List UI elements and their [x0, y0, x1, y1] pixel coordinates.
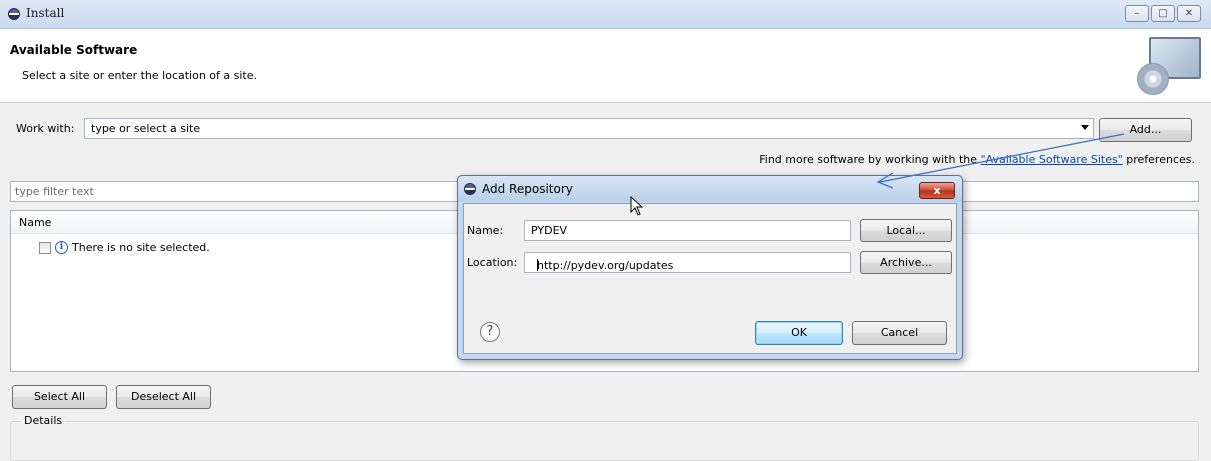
row-checkbox[interactable] [39, 241, 51, 254]
details-label: Details [21, 414, 66, 427]
eclipse-icon [464, 183, 476, 195]
window-title: Install [26, 6, 65, 20]
details-group: Details [10, 414, 1199, 461]
add-repository-dialog[interactable]: Add Repository x Name: PYDEV Local... Lo… [457, 175, 963, 360]
find-more-text: Find more software by working with the "… [759, 153, 1195, 166]
page-header: Available Software Select a site or ente… [0, 29, 1211, 103]
local-button[interactable]: Local... [860, 219, 952, 242]
work-with-combo[interactable]: type or select a site [84, 118, 1094, 139]
filter-placeholder: type filter text [15, 185, 94, 198]
ok-button[interactable]: OK [755, 321, 843, 345]
find-more-prefix: Find more software by working with the [759, 153, 981, 166]
dialog-body: Name: PYDEV Local... Location: http://py… [463, 203, 957, 354]
column-name-label: Name [19, 216, 52, 229]
location-label: Location: [467, 256, 518, 269]
tree-row-text: There is no site selected. [72, 241, 210, 254]
info-icon: i [55, 241, 68, 254]
cancel-button[interactable]: Cancel [852, 321, 947, 345]
window-titlebar: Install – □ ✕ [0, 0, 1211, 29]
dialog-title: Add Repository [482, 182, 573, 196]
minimize-icon[interactable]: – [1125, 5, 1149, 22]
eclipse-icon [8, 8, 20, 20]
available-software-sites-link[interactable]: "Available Software Sites" [981, 153, 1123, 166]
dialog-close-button[interactable]: x [919, 182, 955, 199]
name-label: Name: [467, 224, 504, 237]
maximize-icon[interactable]: □ [1151, 5, 1175, 22]
find-more-suffix: preferences. [1122, 153, 1195, 166]
tree-row[interactable]: i There is no site selected. [39, 241, 210, 254]
page-title: Available Software [10, 43, 138, 57]
close-icon[interactable]: ✕ [1177, 5, 1201, 22]
page-description: Select a site or enter the location of a… [22, 69, 258, 82]
add-button[interactable]: Add... [1099, 118, 1192, 142]
install-monitor-icon [1135, 35, 1201, 95]
archive-button[interactable]: Archive... [860, 251, 952, 274]
location-input[interactable]: http://pydev.org/updates [524, 252, 851, 273]
name-input[interactable]: PYDEV [524, 220, 851, 241]
help-icon[interactable]: ? [480, 322, 500, 342]
window-controls: – □ ✕ [1125, 5, 1201, 22]
name-input-value: PYDEV [531, 224, 568, 237]
select-all-button[interactable]: Select All [12, 385, 107, 409]
work-with-label: Work with: [16, 122, 75, 135]
dialog-titlebar[interactable]: Add Repository x [458, 176, 962, 202]
chevron-down-icon[interactable] [1081, 125, 1089, 130]
close-icon: x [933, 184, 941, 197]
deselect-all-button[interactable]: Deselect All [116, 385, 211, 409]
work-with-value: type or select a site [91, 122, 201, 135]
mouse-pointer-icon [630, 196, 644, 216]
